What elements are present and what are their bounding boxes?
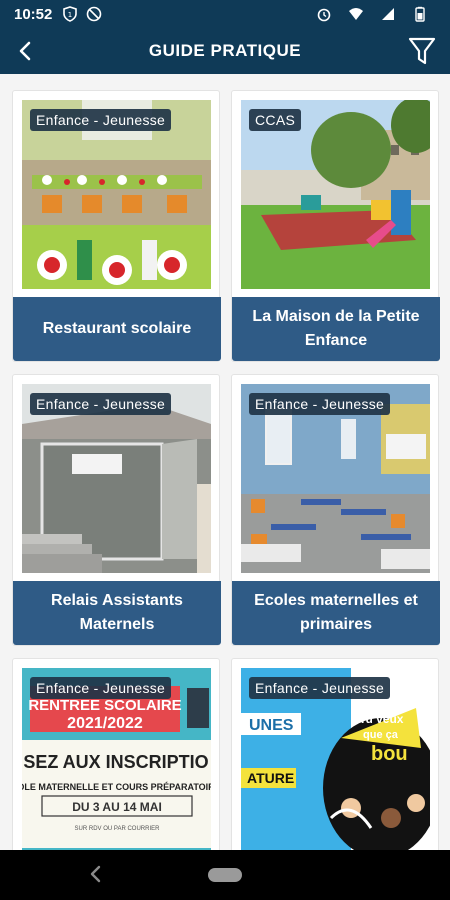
flyer-word-3: Tu veux bbox=[359, 712, 404, 726]
card-image: RENTREE SCOLAIRE 2021/2022 SEZ AUX INSCR… bbox=[22, 668, 211, 850]
card-ecoles[interactable]: Enfance - Jeunesse Ecoles maternelles et… bbox=[231, 374, 440, 646]
status-time: 10:52 bbox=[14, 5, 53, 23]
flyer-line-5: DU 3 AU 14 MAI bbox=[72, 800, 162, 814]
card-image: Enfance - Jeunesse bbox=[22, 384, 211, 573]
card-maison-petite-enfance[interactable]: CCAS La Maison de la Petite Enfance bbox=[231, 90, 440, 362]
card-restaurant-scolaire[interactable]: Enfance - Jeunesse Restaurant scolaire bbox=[12, 90, 221, 362]
flyer-line-2: 2021/2022 bbox=[67, 715, 143, 732]
flyer-word-2: ATURE bbox=[247, 770, 294, 786]
card-image: Enfance - Jeunesse bbox=[22, 100, 211, 289]
card-title: La Maison de la Petite Enfance bbox=[232, 297, 440, 361]
card-title: Restaurant scolaire bbox=[13, 297, 221, 361]
category-tag: Enfance - Jeunesse bbox=[30, 677, 172, 699]
card-image: CCAS bbox=[241, 100, 430, 289]
signal-icon bbox=[382, 8, 394, 20]
guide-list: Enfance - Jeunesse Restaurant scolaire C… bbox=[0, 74, 450, 850]
svg-text:1: 1 bbox=[68, 11, 72, 19]
category-tag: Enfance - Jeunesse bbox=[249, 393, 391, 415]
status-bar: 10:52 1 bbox=[0, 0, 450, 28]
flyer-line-1: RENTREE SCOLAIRE bbox=[28, 697, 181, 714]
filter-icon[interactable] bbox=[408, 36, 436, 66]
app-bar: GUIDE PRATIQUE bbox=[0, 28, 450, 74]
wifi-icon bbox=[349, 8, 363, 20]
flyer-word-1: UNES bbox=[249, 717, 294, 734]
back-arrow-icon[interactable] bbox=[14, 39, 38, 63]
nav-back-icon[interactable] bbox=[88, 864, 104, 884]
battery-icon bbox=[415, 6, 425, 22]
category-tag: CCAS bbox=[249, 109, 302, 131]
card-title: Ecoles maternelles et primaires bbox=[232, 581, 440, 645]
card-title: Relais Assistants Maternels bbox=[13, 581, 221, 645]
shield-notification-icon: 1 bbox=[63, 6, 78, 22]
card-image: Enfance - Jeunesse bbox=[241, 384, 430, 573]
system-navigation-bar bbox=[0, 850, 450, 900]
data-saver-icon bbox=[87, 6, 102, 22]
flyer-line-4: OLE MATERNELLE ET COURS PRÉPARATOIR bbox=[22, 782, 211, 792]
category-tag: Enfance - Jeunesse bbox=[30, 109, 172, 131]
category-tag: Enfance - Jeunesse bbox=[30, 393, 172, 415]
page-title: GUIDE PRATIQUE bbox=[148, 41, 302, 60]
flyer-word-4: que ça bbox=[363, 729, 399, 741]
nav-home-pill[interactable] bbox=[208, 868, 242, 882]
flyer-word-5: bou bbox=[371, 743, 408, 765]
card-image: UNES ATURE Tu veux que ça bou Enfance - … bbox=[241, 668, 430, 850]
category-tag: Enfance - Jeunesse bbox=[249, 677, 391, 699]
card-relais-assistants-maternels[interactable]: Enfance - Jeunesse Relais Assistants Mat… bbox=[12, 374, 221, 646]
flyer-line-3: SEZ AUX INSCRIPTIO bbox=[23, 752, 208, 772]
card-rentree-scolaire[interactable]: RENTREE SCOLAIRE 2021/2022 SEZ AUX INSCR… bbox=[12, 658, 220, 850]
card-jeunesse[interactable]: UNES ATURE Tu veux que ça bou Enfance - … bbox=[231, 658, 439, 850]
alarm-icon bbox=[317, 8, 331, 22]
flyer-line-6: SUR RDV OU PAR COURRIER bbox=[75, 826, 161, 832]
